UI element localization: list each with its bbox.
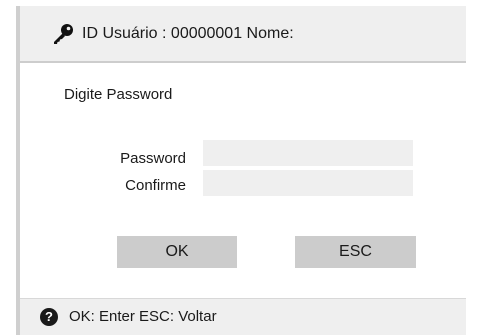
ok-button[interactable]: OK — [117, 236, 237, 268]
password-field[interactable] — [203, 140, 413, 166]
dialog-title: ID Usuário : 00000001 Nome: — [82, 25, 294, 42]
password-dialog: ID Usuário : 00000001 Nome: Digite Passw… — [16, 6, 466, 335]
dialog-title-bar: ID Usuário : 00000001 Nome: — [20, 6, 466, 63]
footer-hint: OK: Enter ESC: Voltar — [69, 308, 217, 325]
dialog-footer: ? OK: Enter ESC: Voltar — [20, 298, 466, 335]
help-icon: ? — [40, 308, 58, 326]
key-icon — [54, 24, 73, 44]
esc-button[interactable]: ESC — [295, 236, 416, 268]
confirm-password-field[interactable] — [203, 170, 413, 196]
password-prompt: Digite Password — [64, 86, 173, 103]
confirm-password-label: Confirme — [125, 177, 186, 194]
password-label: Password — [120, 150, 186, 167]
